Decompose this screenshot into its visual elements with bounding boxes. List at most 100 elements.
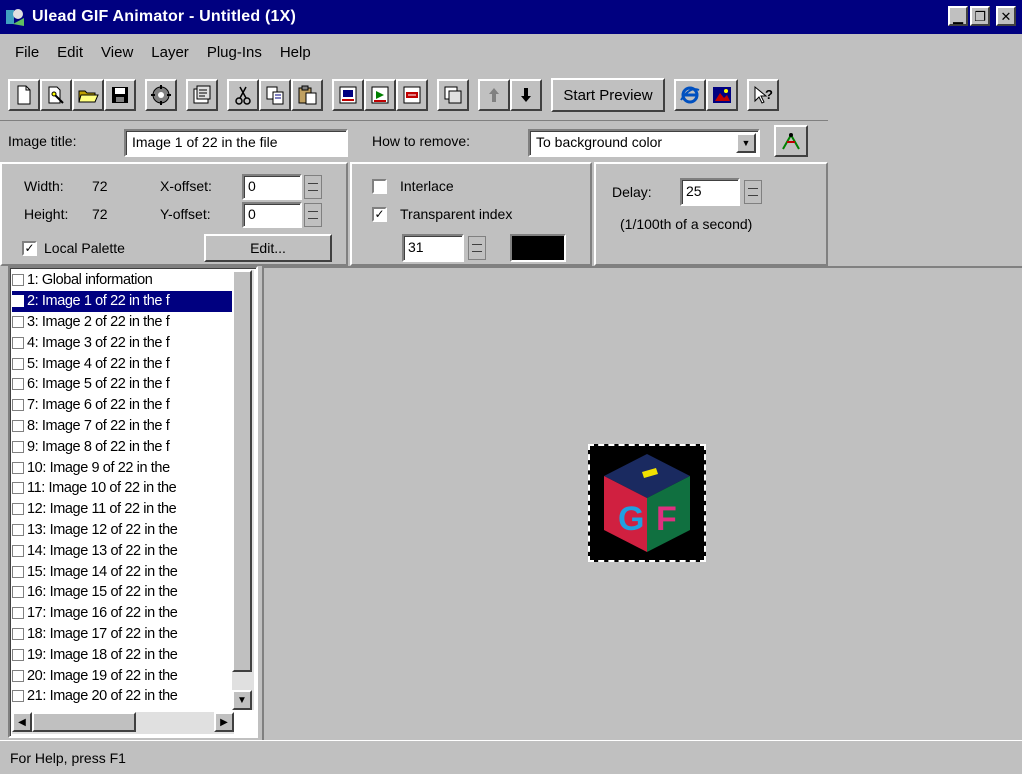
canvas-area[interactable]: G F: [262, 266, 1022, 740]
layer-list-item[interactable]: 7: Image 6 of 22 in the f: [12, 395, 234, 416]
new-icon[interactable]: [8, 79, 40, 111]
layer-checkbox[interactable]: [12, 690, 24, 703]
layer-checkbox[interactable]: [12, 461, 24, 474]
layer-checkbox[interactable]: [12, 627, 24, 640]
add-video-icon[interactable]: [364, 79, 396, 111]
gif-frame-preview[interactable]: G F: [588, 444, 706, 562]
layer-list-item[interactable]: 20: Image 19 of 22 in the: [12, 665, 234, 686]
scroll-left-icon[interactable]: ◀: [12, 712, 32, 732]
scroll-right-icon[interactable]: ▶: [214, 712, 234, 732]
scroll-down-icon[interactable]: ▼: [232, 690, 252, 710]
layer-checkbox[interactable]: [12, 586, 24, 599]
export-icon[interactable]: [706, 79, 738, 111]
layer-list-item[interactable]: 2: Image 1 of 22 in the f: [12, 290, 234, 312]
scroll-thumb[interactable]: [232, 270, 252, 672]
save-icon[interactable]: [104, 79, 136, 111]
ie-icon[interactable]: [674, 79, 706, 111]
cut-icon[interactable]: [227, 79, 259, 111]
layer-checkbox[interactable]: [12, 336, 24, 349]
horizontal-scroll-thumb[interactable]: [32, 712, 136, 732]
layer-list-item[interactable]: 13: Image 12 of 22 in the: [12, 520, 234, 541]
interlace-checkbox[interactable]: [372, 179, 387, 194]
restore-button[interactable]: ❐: [970, 6, 990, 26]
layer-list-item[interactable]: 4: Image 3 of 22 in the f: [12, 332, 234, 353]
layer-checkbox[interactable]: [12, 357, 24, 370]
layer-list-item[interactable]: 6: Image 5 of 22 in the f: [12, 374, 234, 395]
how-to-remove-select[interactable]: To background color ▼: [528, 129, 760, 157]
layer-checkbox[interactable]: [12, 523, 24, 536]
layer-list-item[interactable]: 16: Image 15 of 22 in the: [12, 582, 234, 603]
layer-list-item[interactable]: 9: Image 8 of 22 in the f: [12, 436, 234, 457]
properties-icon[interactable]: [186, 79, 218, 111]
move-down-icon[interactable]: [510, 79, 542, 111]
menu-edit[interactable]: Edit: [48, 42, 92, 63]
y-offset-input[interactable]: 0: [242, 202, 302, 228]
layer-checkbox[interactable]: [12, 274, 24, 287]
menu-plug-ins[interactable]: Plug-Ins: [198, 42, 271, 63]
layer-checkbox[interactable]: [12, 544, 24, 557]
layer-list-item[interactable]: 14: Image 13 of 22 in the: [12, 540, 234, 561]
layer-list-item[interactable]: 12: Image 11 of 22 in the: [12, 499, 234, 520]
horizontal-scrollbar[interactable]: ◀ ▶: [12, 712, 234, 734]
layer-checkbox[interactable]: [12, 565, 24, 578]
delay-spinner[interactable]: [744, 180, 762, 204]
layer-checkbox[interactable]: [12, 669, 24, 682]
layer-list-item[interactable]: 19: Image 18 of 22 in the: [12, 644, 234, 665]
layer-checkbox[interactable]: [12, 295, 24, 308]
x-offset-spinner[interactable]: [304, 175, 322, 199]
layer-checkbox[interactable]: [12, 503, 24, 516]
delay-input[interactable]: 25: [680, 178, 740, 206]
delay-label: Delay:: [612, 184, 652, 200]
paste-icon[interactable]: [291, 79, 323, 111]
open-icon[interactable]: [72, 79, 104, 111]
layer-checkbox[interactable]: [12, 440, 24, 453]
layer-list-item[interactable]: 1: Global information: [12, 270, 234, 291]
layer-checkbox[interactable]: [12, 315, 24, 328]
transparent-index-spinner[interactable]: [468, 236, 486, 260]
layer-checkbox[interactable]: [12, 607, 24, 620]
layer-label: 19: Image 18 of 22 in the: [27, 646, 178, 663]
layer-label: 7: Image 6 of 22 in the f: [27, 397, 170, 414]
remove-method-icon[interactable]: [774, 125, 808, 157]
help-icon[interactable]: ?: [747, 79, 779, 111]
move-up-icon[interactable]: [478, 79, 510, 111]
layer-checkbox[interactable]: [12, 378, 24, 391]
y-offset-spinner[interactable]: [304, 203, 322, 227]
optimize-icon[interactable]: [145, 79, 177, 111]
menu-file[interactable]: File: [6, 42, 48, 63]
layer-list-item[interactable]: 17: Image 16 of 22 in the: [12, 603, 234, 624]
layer-checkbox[interactable]: [12, 399, 24, 412]
start-preview-button[interactable]: Start Preview: [551, 78, 665, 112]
transparent-index-checkbox[interactable]: ✓: [372, 207, 387, 222]
layer-list-item[interactable]: 8: Image 7 of 22 in the f: [12, 416, 234, 437]
menu-layer[interactable]: Layer: [142, 42, 198, 63]
x-offset-input[interactable]: 0: [242, 174, 302, 200]
minimize-button[interactable]: ▁: [948, 6, 968, 26]
layer-list-item[interactable]: 21: Image 20 of 22 in the: [12, 686, 234, 707]
vertical-scrollbar[interactable]: ▲ ▼: [232, 270, 254, 710]
layer-checkbox[interactable]: [12, 648, 24, 661]
layer-list-item[interactable]: 10: Image 9 of 22 in the: [12, 457, 234, 478]
layer-list-item[interactable]: 5: Image 4 of 22 in the f: [12, 353, 234, 374]
layer-list-item[interactable]: 3: Image 2 of 22 in the f: [12, 312, 234, 333]
transparent-index-input[interactable]: 31: [402, 234, 464, 262]
layer-list-item[interactable]: 11: Image 10 of 22 in the: [12, 478, 234, 499]
local-palette-checkbox[interactable]: ✓: [22, 241, 37, 256]
add-banner-icon[interactable]: [396, 79, 428, 111]
close-button[interactable]: ✕: [996, 6, 1016, 26]
chevron-down-icon[interactable]: ▼: [736, 133, 756, 153]
menu-help[interactable]: Help: [271, 42, 320, 63]
open-wizard-icon[interactable]: [40, 79, 72, 111]
layer-checkbox[interactable]: [12, 419, 24, 432]
add-image-icon[interactable]: [332, 79, 364, 111]
copy-icon[interactable]: [259, 79, 291, 111]
cube-letter-f: F: [656, 500, 677, 538]
edit-palette-button[interactable]: Edit...: [204, 234, 332, 262]
layer-checkbox[interactable]: [12, 482, 24, 495]
image-title-input[interactable]: Image 1 of 22 in the file: [124, 129, 348, 157]
transparent-color-swatch[interactable]: [510, 234, 566, 262]
layer-list-item[interactable]: 15: Image 14 of 22 in the: [12, 561, 234, 582]
duplicate-icon[interactable]: [437, 79, 469, 111]
menu-view[interactable]: View: [92, 42, 142, 63]
layer-list-item[interactable]: 18: Image 17 of 22 in the: [12, 624, 234, 645]
